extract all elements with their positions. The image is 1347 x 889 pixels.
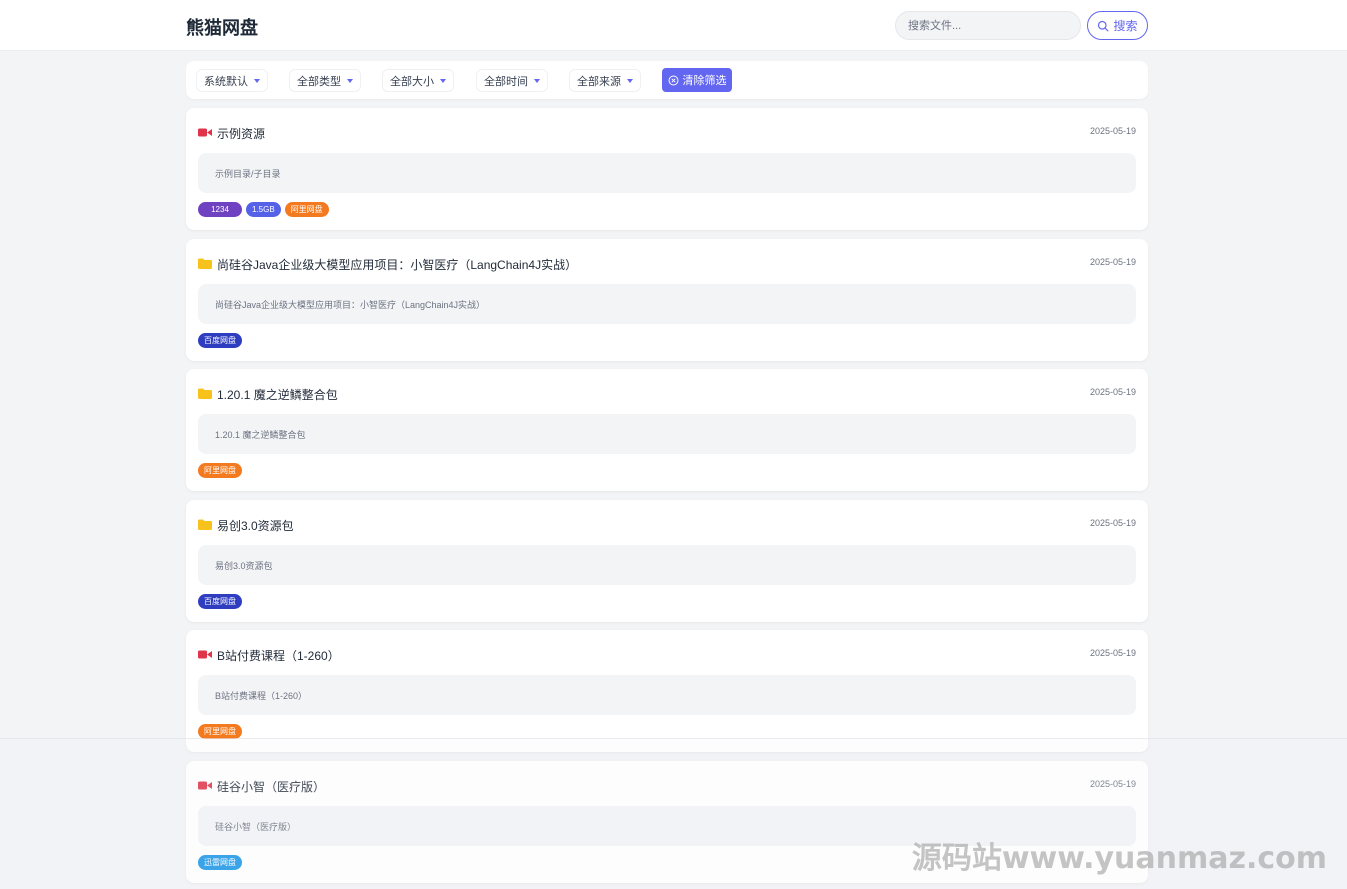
- result-path: 易创3.0资源包: [198, 545, 1136, 585]
- source-tag: 百度网盘: [198, 333, 242, 348]
- size-tag: 1.5GB: [246, 202, 281, 217]
- result-card: B站付费课程（1-260） 2025-05-19 B站付费课程（1-260） 阿…: [186, 630, 1148, 752]
- time-filter-label: 全部时间: [484, 75, 528, 88]
- chevron-down-icon: [534, 78, 540, 83]
- result-tags: 百度网盘: [198, 333, 242, 348]
- sort-filter[interactable]: 系统默认: [196, 69, 268, 92]
- chevron-down-icon: [254, 78, 260, 83]
- size-filter[interactable]: 全部大小: [382, 69, 454, 92]
- type-filter-label: 全部类型: [297, 75, 341, 88]
- result-date: 2025-05-19: [1089, 518, 1136, 528]
- chevron-down-icon: [347, 78, 353, 83]
- result-tags: 1234 1.5GB 阿里网盘: [198, 202, 329, 217]
- source-tag: 阿里网盘: [284, 202, 329, 217]
- result-card: 易创3.0资源包 2025-05-19 易创3.0资源包 百度网盘: [186, 500, 1148, 622]
- video-icon: [198, 128, 212, 137]
- result-title[interactable]: 硅谷小智（医疗版）: [217, 778, 325, 795]
- sort-filter-label: 系统默认: [204, 75, 248, 88]
- result-date: 2025-05-19: [1089, 257, 1136, 267]
- result-date: 2025-05-19: [1089, 779, 1136, 789]
- count-tag: 1234: [198, 202, 242, 217]
- result-date: 2025-05-19: [1089, 126, 1136, 136]
- video-icon: [198, 650, 212, 659]
- result-tags: 百度网盘: [198, 594, 242, 609]
- source-filter[interactable]: 全部来源: [569, 69, 641, 92]
- result-path: 示例目录/子目录: [198, 153, 1136, 193]
- result-tags: 阿里网盘: [198, 724, 242, 739]
- result-card: 示例资源 2025-05-19 示例目录/子目录 1234 1.5GB 阿里网盘: [186, 108, 1148, 230]
- result-title[interactable]: 1.20.1 魔之逆鳞整合包: [217, 386, 338, 403]
- clear-circle-icon: [668, 75, 678, 85]
- video-icon: [198, 781, 212, 790]
- result-tags: 迅雷网盘: [198, 855, 242, 870]
- search-icon: [1098, 20, 1109, 31]
- search-input[interactable]: [895, 11, 1081, 40]
- folder-icon: [198, 258, 212, 269]
- result-date: 2025-05-19: [1089, 387, 1136, 397]
- top-bar: 熊猫网盘 搜索: [0, 0, 1347, 51]
- result-path: B站付费课程（1-260）: [198, 675, 1136, 715]
- result-title[interactable]: 易创3.0资源包: [217, 517, 294, 534]
- chevron-down-icon: [627, 78, 633, 83]
- source-tag: 阿里网盘: [198, 724, 242, 739]
- chevron-down-icon: [440, 78, 446, 83]
- result-title[interactable]: 示例资源: [217, 125, 265, 142]
- result-path: 1.20.1 魔之逆鳞整合包: [198, 414, 1136, 454]
- source-tag: 百度网盘: [198, 594, 242, 609]
- clear-filters-label: 清除筛选: [682, 75, 727, 87]
- search-button-label: 搜索: [1113, 19, 1138, 33]
- filter-bar: 系统默认 全部类型 全部大小 全部时间 全部来源 清除筛选: [186, 61, 1148, 99]
- result-date: 2025-05-19: [1089, 648, 1136, 658]
- clear-filters-button[interactable]: 清除筛选: [662, 68, 732, 92]
- folder-icon: [198, 519, 212, 530]
- time-filter[interactable]: 全部时间: [476, 69, 548, 92]
- watermark: 源码站www.yuanmaz.com: [911, 841, 1327, 876]
- folder-icon: [198, 388, 212, 399]
- result-tags: 阿里网盘: [198, 463, 242, 478]
- result-path: 尚硅谷Java企业级大模型应用项目：小智医疗（LangChain4J实战）: [198, 284, 1136, 324]
- source-filter-label: 全部来源: [577, 75, 621, 88]
- source-tag: 迅雷网盘: [198, 855, 242, 870]
- result-title[interactable]: 尚硅谷Java企业级大模型应用项目：小智医疗（LangChain4J实战）: [217, 256, 577, 273]
- result-card: 1.20.1 魔之逆鳞整合包 2025-05-19 1.20.1 魔之逆鳞整合包…: [186, 369, 1148, 491]
- site-logo[interactable]: 熊猫网盘: [186, 14, 258, 40]
- result-title[interactable]: B站付费课程（1-260）: [217, 647, 340, 664]
- source-tag: 阿里网盘: [198, 463, 242, 478]
- search-button[interactable]: 搜索: [1087, 11, 1148, 40]
- result-card: 尚硅谷Java企业级大模型应用项目：小智医疗（LangChain4J实战） 20…: [186, 239, 1148, 361]
- type-filter[interactable]: 全部类型: [289, 69, 361, 92]
- size-filter-label: 全部大小: [390, 75, 434, 88]
